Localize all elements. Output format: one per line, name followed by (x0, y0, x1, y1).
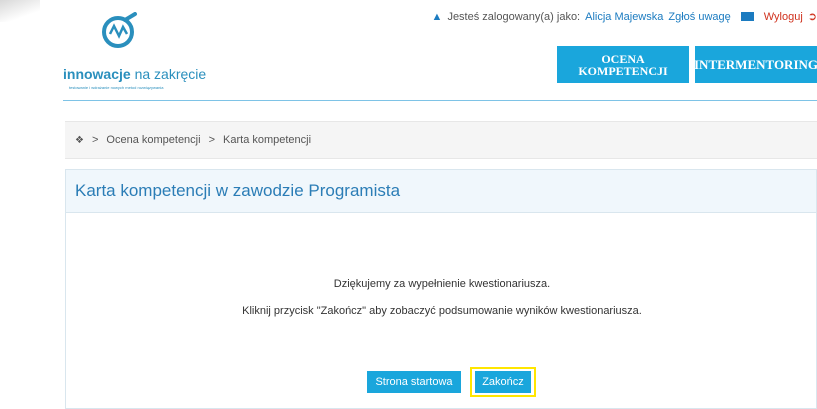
logged-in-label: Jesteś zalogowany(a) jako: (447, 10, 581, 23)
nav-ocena-kompetencji[interactable]: OCENA KOMPETENCJI (557, 46, 689, 83)
start-page-button[interactable]: Strona startowa (367, 371, 461, 393)
breadcrumb-item-ocena[interactable]: Ocena kompetencji (106, 134, 200, 146)
nav-ocena-line1: OCENA (601, 51, 645, 66)
corner-shadow (0, 0, 40, 22)
breadcrumb: ❖ > Ocena kompetencji > Karta kompetencj… (65, 121, 817, 159)
breadcrumb-separator: > (91, 134, 99, 146)
page-title: Karta kompetencji w zawodzie Programista (66, 170, 816, 213)
user-bar: ▲ Jesteś zalogowany(a) jako: Alicja Maje… (431, 10, 817, 24)
logout-icon[interactable]: ➲ (808, 10, 817, 23)
breadcrumb-separator: > (208, 134, 216, 146)
logo-text-bold: innowacje (63, 66, 131, 82)
logo-tagline: testowanie i wdrażanie nowych metod rozw… (69, 85, 164, 90)
user-icon: ▲ (431, 10, 443, 23)
home-icon[interactable]: ❖ (75, 135, 84, 146)
nav-ocena-line2: KOMPETENCJI (578, 63, 668, 78)
logo-icon (102, 12, 137, 48)
competence-panel: Karta kompetencji w zawodzie Programista… (65, 169, 817, 409)
user-name-link[interactable]: Alicja Majewska (585, 11, 663, 23)
finish-button[interactable]: Zakończ (475, 371, 531, 393)
logo-text-light: na zakręcie (130, 66, 207, 82)
logo[interactable]: innowacje na zakręcie testowanie i wdraż… (63, 12, 206, 92)
thanks-message: Dziękujemy za wypełnienie kwestionariusz… (333, 278, 551, 290)
header-divider (63, 100, 817, 101)
finish-button-highlight: Zakończ (470, 367, 536, 397)
logout-link[interactable]: Wyloguj (764, 11, 803, 23)
top-header: innowacje na zakręcie testowanie i wdraż… (63, 0, 817, 100)
instruction-message: Kliknij przycisk "Zakończ" aby zobaczyć … (242, 305, 642, 317)
breadcrumb-item-karta: Karta kompetencji (223, 134, 312, 146)
logo-text: innowacje na zakręcie (63, 66, 206, 82)
mail-icon[interactable] (740, 12, 754, 21)
report-link[interactable]: Zgłoś uwagę (668, 11, 730, 23)
nav-intermentoring[interactable]: INTERMENTORING (694, 46, 817, 83)
